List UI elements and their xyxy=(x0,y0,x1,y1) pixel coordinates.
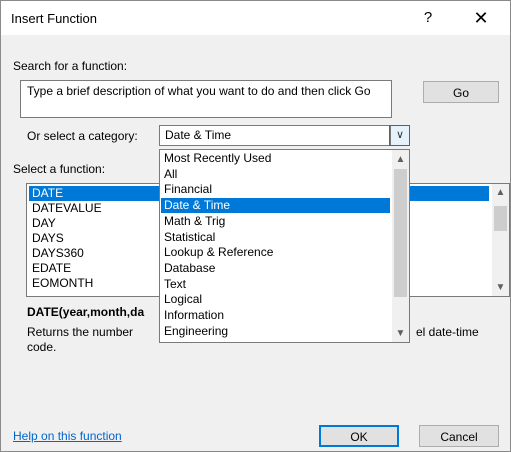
dropdown-scrollbar[interactable]: ▲ ▼ xyxy=(392,150,409,342)
scroll-up-icon[interactable]: ▲ xyxy=(492,184,509,201)
cancel-button[interactable]: Cancel xyxy=(419,425,499,447)
ok-button[interactable]: OK xyxy=(319,425,399,447)
category-option[interactable]: Lookup & Reference xyxy=(161,245,390,260)
function-description-line2: code. xyxy=(27,340,57,354)
title-bar: Insert Function ? ✕ xyxy=(1,1,510,35)
scroll-down-icon[interactable]: ▼ xyxy=(492,279,509,296)
help-icon[interactable]: ? xyxy=(413,7,443,29)
scroll-down-icon[interactable]: ▼ xyxy=(392,325,409,342)
function-list-scrollbar[interactable]: ▲ ▼ xyxy=(492,184,509,296)
dialog-title: Insert Function xyxy=(11,11,97,26)
category-option[interactable]: All xyxy=(161,167,390,182)
insert-function-dialog: Insert Function ? ✕ Search for a functio… xyxy=(0,0,511,452)
category-option[interactable]: Engineering xyxy=(161,324,390,339)
category-value: Date & Time xyxy=(165,128,232,142)
scroll-thumb[interactable] xyxy=(394,169,407,297)
function-list-label: Select a function: xyxy=(13,162,106,176)
category-option[interactable]: Information xyxy=(161,308,390,323)
search-label: Search for a function: xyxy=(13,59,128,73)
search-input[interactable]: Type a brief description of what you wan… xyxy=(20,80,392,118)
scroll-thumb[interactable] xyxy=(494,206,507,231)
category-option[interactable]: Math & Trig xyxy=(161,214,390,229)
category-option[interactable]: Database xyxy=(161,261,390,276)
category-option[interactable]: Financial xyxy=(161,182,390,197)
category-label: Or select a category: xyxy=(27,129,138,143)
category-option[interactable]: Most Recently Used xyxy=(161,151,390,166)
function-description-tail: el date-time xyxy=(416,325,479,339)
scroll-up-icon[interactable]: ▲ xyxy=(392,151,409,168)
help-link[interactable]: Help on this function xyxy=(13,429,122,443)
category-option[interactable]: Text xyxy=(161,277,390,292)
category-dropdown[interactable]: Most Recently Used All Financial Date & Tim… xyxy=(159,149,410,343)
close-icon[interactable]: ✕ xyxy=(461,5,501,31)
function-signature: DATE(year,month,da xyxy=(27,305,145,319)
chevron-down-icon[interactable]: ∨ xyxy=(389,125,410,146)
category-select[interactable]: Date & Time ∨ xyxy=(159,125,410,146)
go-button[interactable]: Go xyxy=(423,81,499,103)
function-description: Returns the number xyxy=(27,325,134,339)
category-option[interactable]: Logical xyxy=(161,292,390,307)
category-option[interactable]: Statistical xyxy=(161,230,390,245)
category-option[interactable]: Date & Time xyxy=(161,198,390,214)
